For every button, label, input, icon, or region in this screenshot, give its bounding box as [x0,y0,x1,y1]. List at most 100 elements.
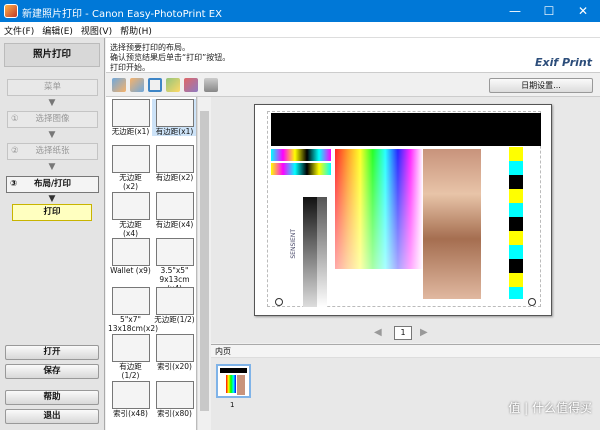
layout-label: 无边距 (x4) [119,220,142,238]
page-number: 1 [394,326,412,340]
next-page-icon[interactable]: ▶ [420,327,428,338]
layout-thumbnail [155,99,194,127]
step-layout-print-button[interactable]: ③ 布局/打印 [6,176,99,193]
layout-option[interactable]: 有边距 (1/2) [108,334,153,380]
gray-ramp [317,197,327,307]
layout-option[interactable]: Wallet (x9) [108,238,153,275]
help-button[interactable]: 帮助 [5,390,99,405]
layout-label: 有边距 (1/2) [119,362,142,380]
layout-thumbnail [155,145,194,173]
arrow-down-icon: ▼ [48,162,56,172]
rotate-right-icon[interactable] [130,78,144,92]
maximize-button[interactable]: ☐ [532,0,566,22]
layout-option[interactable]: 3.5"x5" 9x13cm (x4) [152,238,196,293]
panel-title: 照片打印 [4,43,100,67]
close-button[interactable]: ✕ [566,0,600,22]
layout-option[interactable]: 无边距(x1) [108,99,153,136]
page-thumbnail[interactable] [216,364,251,398]
exif-print-logo: Exif Print [534,56,592,69]
layout-label: 5"x7" 13x18cm(x2) [108,315,159,333]
layout-option[interactable]: 无边距 (x4) [108,192,153,238]
menu-file[interactable]: 文件(F) [0,22,38,39]
layout-option[interactable]: 有边距(x2) [152,145,196,182]
layout-label: Wallet (x9) [110,266,151,275]
menu-bar: 文件(F) 编辑(E) 视图(V) 帮助(H) [0,22,600,38]
layout-label: 无边距(x1) [111,127,150,136]
registration-mark-icon [528,298,536,306]
print-settings-icon[interactable] [204,78,218,92]
exit-button[interactable]: 退出 [5,409,99,424]
layout-option[interactable]: 有边距(x4) [152,192,196,229]
layout-option[interactable]: 索引(x20) [152,334,196,371]
baby-photos [423,149,481,299]
cmyk-strip [271,163,331,175]
layout-option[interactable]: 索引(x48) [108,381,153,418]
step-select-paper-button[interactable]: ② 选择纸张 [7,143,98,160]
cmyk-strip [271,149,331,161]
special-filter-icon[interactable] [184,78,198,92]
open-button[interactable]: 打开 [5,345,99,360]
layout-label: 有边距(x2) [155,173,194,182]
black-bar [271,113,541,146]
step-menu-button[interactable]: 菜单 [7,79,98,96]
layout-thumbnail [111,381,150,409]
layout-label: 有边距(x4) [155,220,194,229]
menu-help[interactable]: 帮助(H) [116,22,156,39]
print-button[interactable]: 打印 [12,204,92,221]
layout-option[interactable]: 有边距(x1) [152,99,196,136]
thumb-black-bar [220,368,247,373]
thumb-color-patch [226,375,236,393]
preview-paper: SENSIENT [254,104,552,316]
layout-label: 索引(x80) [157,409,192,418]
layout-option[interactable]: 无边距 (x2) [108,145,153,191]
window-title: 新建照片打印 - Canon Easy-PhotoPrint EX [22,9,222,20]
scrollbar-thumb[interactable] [200,111,209,411]
arrow-down-icon: ▼ [48,194,56,204]
step-label: 布局/打印 [33,179,72,189]
date-settings-button[interactable]: 日期设置... [489,78,593,93]
watermark: 值 | 什么值得买 [508,401,592,415]
layout-thumbnail [111,145,150,173]
layout-thumbnail [111,192,150,220]
layout-thumbnail [111,334,150,362]
app-icon [4,4,18,18]
layout-label: 无边距 (x2) [119,173,142,191]
crop-icon[interactable] [148,78,162,92]
step-label: 菜单 [43,82,61,92]
layout-option[interactable]: 5"x7" 13x18cm(x2) [108,287,159,333]
layout-scrollbar[interactable] [197,97,210,430]
title-bar: 新建照片打印 - Canon Easy-PhotoPrint EX — ☐ ✕ [0,0,600,22]
layout-option[interactable]: 索引(x80) [152,381,196,418]
menu-view[interactable]: 视图(V) [77,22,116,39]
layout-thumbnail [155,381,194,409]
layout-thumbnail [111,238,150,266]
thumb-photo [237,375,245,395]
layout-thumbnail [155,192,194,220]
layout-thumbnail [111,99,150,127]
correct-enhance-icon[interactable] [166,78,180,92]
registration-mark-icon [275,298,283,306]
instruction-area: 选择预要打印的布局。 确认预览结果后单击“打印”按钮。 打印开始。 [106,38,600,73]
step-label: 选择纸张 [35,146,70,156]
instruction-line: 打印开始。 [110,63,150,72]
paper-brand-text: SENSIENT [290,229,297,259]
step-label: 选择图像 [35,114,70,124]
prev-page-icon[interactable]: ◀ [374,327,382,338]
layout-thumbnail [155,238,194,266]
layout-thumbnail [111,287,150,315]
layout-list: 无边距(x1) 有边距(x1) 无边距 (x2) 有边距(x2) 无边距 (x4) 有边距… [106,97,197,430]
arrow-down-icon: ▼ [48,130,56,140]
cmy-vertical-strip [509,147,523,299]
save-button[interactable]: 保存 [5,364,99,379]
color-patch-shade [335,149,423,269]
rotate-left-icon[interactable] [112,78,126,92]
pages-header: 内页 [211,344,600,358]
layout-thumbnail [155,287,194,315]
layout-option[interactable]: 无边距(1/2) [152,287,196,324]
gray-ramp [303,197,317,307]
step-select-image-button[interactable]: ① 选择图像 [7,111,98,128]
arrow-down-icon: ▼ [48,98,56,108]
minimize-button[interactable]: — [498,0,532,22]
menu-edit[interactable]: 编辑(E) [38,22,77,39]
layout-thumbnail [155,334,194,362]
